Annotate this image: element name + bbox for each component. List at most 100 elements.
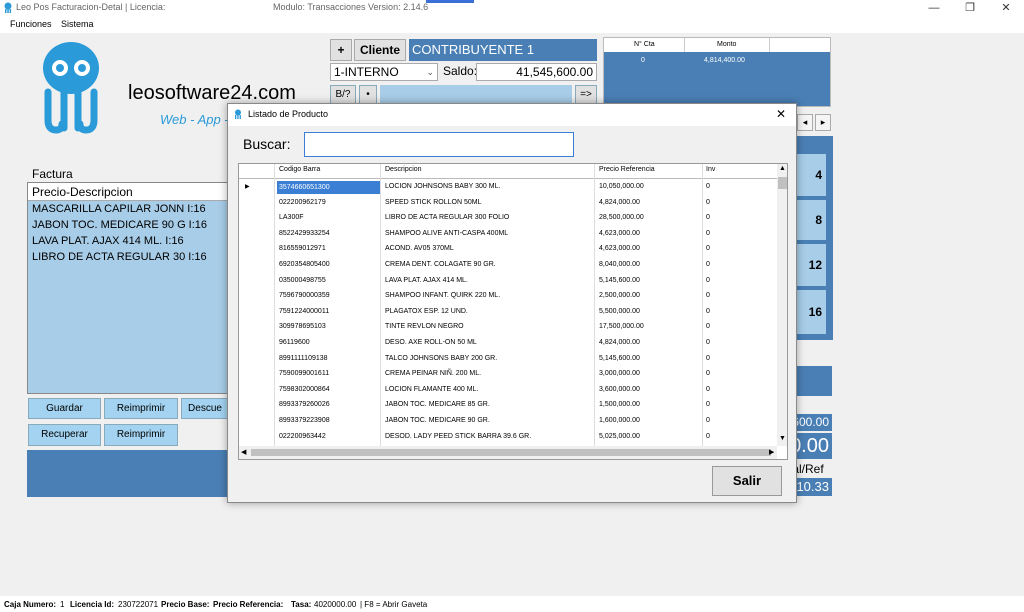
table-cell[interactable]: DESOD. LADY PEED STICK BARRA 39.6 GR. [383, 433, 533, 440]
table-cell[interactable]: 5,145,600.00 [597, 277, 642, 284]
table-cell[interactable]: 17,500,000.00 [597, 323, 646, 330]
table-cell[interactable]: 0 [704, 401, 712, 408]
table-cell[interactable]: DESO. AXE ROLL-ON 50 ML [383, 339, 479, 346]
table-row[interactable]: 6920354805400 CREMA DENT. COLAGATE 90 GR.… [239, 258, 779, 274]
col-header-price[interactable]: Precio Referencia [599, 166, 655, 173]
table-cell[interactable]: 8993379223908 [277, 417, 332, 424]
scroll-right-icon[interactable]: ▶ [769, 448, 774, 456]
reprint-secondary-button[interactable]: Reimprimir [104, 424, 178, 446]
close-button[interactable]: ✕ [988, 0, 1024, 17]
table-cell[interactable]: SPEED STICK ROLLON 50ML [383, 199, 483, 206]
table-cell[interactable]: 5,500,000.00 [597, 308, 642, 315]
minimize-button[interactable]: — [916, 0, 952, 17]
table-cell[interactable]: 2,500,000.00 [597, 292, 642, 299]
table-cell[interactable]: 7590099001611 [277, 370, 331, 377]
table-cell[interactable]: 0 [704, 230, 712, 237]
save-button[interactable]: Guardar [28, 398, 101, 419]
client-button[interactable]: Cliente [354, 39, 406, 61]
product-tile-4[interactable]: 16 [792, 290, 826, 334]
table-cell[interactable]: LA300F [277, 214, 306, 221]
invoice-item[interactable]: JABON TOC. MEDICARE 90 G I:16 [32, 219, 207, 231]
scroll-left-icon[interactable]: ◀ [241, 448, 246, 456]
table-row[interactable]: LA300F LIBRO DE ACTA REGULAR 300 FOLIO 28,… [239, 211, 779, 227]
col-header-description[interactable]: Descripcion [385, 166, 422, 173]
prev-page-button[interactable]: ◂ [797, 114, 813, 131]
table-cell[interactable]: 3,000,000.00 [597, 370, 642, 377]
menu-funciones[interactable]: Funciones [10, 19, 52, 29]
table-cell[interactable]: 8991111109138 [277, 355, 330, 362]
table-cell[interactable]: JABON TOC. MEDICARE 90 GR. [383, 417, 492, 424]
invoice-list[interactable]: Precio-Descripcion MASCARILLA CAPILAR JO… [27, 182, 233, 394]
table-cell[interactable]: 7598302000864 [277, 386, 332, 393]
table-row[interactable]: 7591224000011 PLAGATOX ESP. 12 UND. 5,500,… [239, 305, 779, 321]
table-cell[interactable]: 0 [704, 417, 712, 424]
arrow-button[interactable]: => [575, 85, 597, 105]
restore-button[interactable]: ❐ [952, 0, 988, 17]
table-cell[interactable]: 0 [704, 308, 712, 315]
table-cell[interactable]: 022200963442 [277, 433, 328, 440]
client-type-select[interactable]: 1-INTERNO ⌄ [330, 63, 438, 81]
table-cell[interactable]: 0 [704, 370, 712, 377]
table-cell[interactable]: 4,623,000.00 [597, 230, 642, 237]
table-cell[interactable]: JABON TOC. MEDICARE 85 GR. [383, 401, 492, 408]
menu-sistema[interactable]: Sistema [61, 19, 94, 29]
table-row[interactable]: 8993379260026 JABON TOC. MEDICARE 85 GR. 1… [239, 398, 779, 414]
table-row[interactable]: 7598302000864 LOCION FLAMANTE 400 ML. 3,60… [239, 383, 779, 399]
table-row[interactable]: 816559012971 ACOND. AV05 370ML 4,623,000.0… [239, 242, 779, 258]
table-row[interactable]: 8522429933254 SHAMPOO ALIVE ANTI-CASPA 40… [239, 227, 779, 243]
table-row[interactable]: 96119600 DESO. AXE ROLL-ON 50 ML 4,824,000… [239, 336, 779, 352]
table-row[interactable]: 035000498755 LAVA PLAT. AJAX 414 ML. 5,145… [239, 274, 779, 290]
next-page-button[interactable]: ▸ [815, 114, 831, 131]
product-tile-3[interactable]: 12 [792, 244, 826, 286]
table-row[interactable]: 8993379223908 JABON TOC. MEDICARE 90 GR. 1… [239, 414, 779, 430]
search-client-button[interactable]: B/? [330, 85, 356, 105]
table-cell[interactable]: 7591224000011 [277, 308, 331, 315]
horizontal-scroll-thumb[interactable] [251, 449, 771, 456]
table-cell[interactable]: 0 [704, 292, 712, 299]
table-cell[interactable]: 8522429933254 [277, 230, 332, 237]
table-cell[interactable]: 0 [704, 214, 712, 221]
table-cell[interactable]: 3,600,000.00 [597, 386, 642, 393]
invoice-item[interactable]: MASCARILLA CAPILAR JONN I:16 [32, 203, 206, 215]
table-row[interactable]: ▶ 3574660651300 LOCION JOHNSONS BABY 300 M… [239, 180, 779, 196]
product-tile-1[interactable]: 4 [792, 154, 826, 196]
table-cell[interactable]: 0 [704, 199, 712, 206]
table-cell[interactable]: 4,824,000.00 [597, 339, 642, 346]
table-cell[interactable]: 0 [704, 323, 712, 330]
table-cell[interactable]: 1,600,000.00 [597, 417, 642, 424]
table-cell[interactable]: 022200962179 [277, 199, 328, 206]
table-row[interactable]: 022200963442 DESOD. LADY PEED STICK BARRA… [239, 430, 779, 446]
table-cell[interactable]: 309978695103 [277, 323, 328, 330]
table-cell[interactable]: 0 [704, 245, 712, 252]
table-cell[interactable]: 0 [704, 433, 712, 440]
invoice-item[interactable]: LIBRO DE ACTA REGULAR 30 I:16 [32, 251, 207, 263]
table-cell[interactable]: LOCION JOHNSONS BABY 300 ML. [383, 183, 502, 190]
table-cell[interactable]: 816559012971 [277, 245, 328, 252]
table-cell[interactable]: LOCION FLAMANTE 400 ML. [383, 386, 480, 393]
vertical-scroll-thumb[interactable] [778, 177, 787, 189]
table-cell[interactable]: 0 [704, 277, 712, 284]
table-cell[interactable]: TINTE REVLON NEGRO [383, 323, 466, 330]
reprint-button[interactable]: Reimprimir [104, 398, 178, 419]
table-cell[interactable]: 7596790000359 [277, 292, 332, 299]
table-cell[interactable]: LIBRO DE ACTA REGULAR 300 FOLIO [383, 214, 511, 221]
table-cell[interactable]: 035000498755 [277, 277, 328, 284]
table-cell[interactable]: CREMA DENT. COLAGATE 90 GR. [383, 261, 498, 268]
col-header-barcode[interactable]: Codigo Barra [279, 166, 320, 173]
add-client-button[interactable]: + [330, 39, 352, 61]
scroll-up-icon[interactable]: ▲ [779, 165, 786, 172]
horizontal-scrollbar[interactable]: ◀ ▶ [239, 446, 777, 459]
table-cell[interactable]: 4,623,000.00 [597, 245, 642, 252]
recover-button[interactable]: Recuperar [28, 424, 101, 446]
table-cell[interactable]: 8993379260026 [277, 401, 332, 408]
table-cell[interactable]: SHAMPOO ALIVE ANTI-CASPA 400ML [383, 230, 510, 237]
search-input[interactable] [304, 132, 574, 157]
table-cell[interactable]: 0 [704, 261, 712, 268]
table-cell[interactable]: SHAMPOO INFANT. QUIRK 220 ML. [383, 292, 502, 299]
table-row[interactable]: 8991111109138 TALCO JOHNSONS BABY 200 GR.… [239, 352, 779, 368]
invoice-item[interactable]: LAVA PLAT. AJAX 414 ML. I:16 [32, 235, 184, 247]
table-cell[interactable]: TALCO JOHNSONS BABY 200 GR. [383, 355, 499, 362]
table-cell[interactable]: 96119600 [277, 339, 312, 346]
table-cell[interactable]: 6920354805400 [277, 261, 332, 268]
table-cell[interactable]: LAVA PLAT. AJAX 414 ML. [383, 277, 470, 284]
